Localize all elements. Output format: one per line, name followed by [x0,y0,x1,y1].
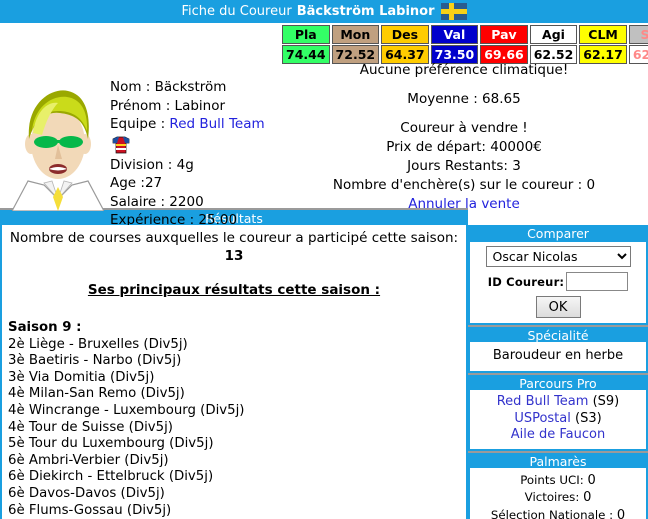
parcours-team-link[interactable]: Red Bull Team [497,394,589,409]
id-coureur-row: ID Coureur: [474,272,642,291]
palmares-label: Points UCI: [520,472,588,487]
compare-ok-button[interactable]: OK [535,296,581,318]
comparer-header: Comparer [468,225,648,242]
rider-prenom: Prénom : Labinor [110,97,226,114]
parcours-entry: Red Bull Team (S9) [474,394,642,411]
palmares-label: Sélection Nationale : [490,507,617,519]
specialite-value: Baroudeur en herbe [492,348,624,363]
climate-preference: Aucune préférence climatique! [359,62,569,78]
specialite-header: Spécialité [468,325,648,343]
titlebar-rider-name: Bäckström Labinor [296,4,435,19]
rider-equipe-label: Equipe : [110,116,166,132]
rider-age: Age :27 [110,175,163,191]
rider-equipe-row: Equipe : Red Bull Team [110,115,265,134]
stat-header-clm: CLM [579,25,627,44]
stat-header-agi: Agi [529,25,578,44]
for-sale-title: Coureur à vendre ! [400,120,528,136]
race-count-block: Nombre de courses auxquelles le coureur … [8,229,460,265]
palmares-row: Victoires: 0 [474,489,642,507]
race-result-row: 4è Wincrange - Luxembourg (Div5j) [8,402,245,418]
race-count-value: 13 [224,248,244,264]
stat-header-val: Val [430,25,479,44]
id-coureur-label: ID Coureur: [487,274,565,289]
compare-rider-select[interactable]: Oscar Nicolas [485,246,631,267]
bottom-area: Nombre de courses auxquelles le coureur … [0,225,648,519]
parcours-team-link[interactable]: Aile de Faucon [511,427,605,442]
id-coureur-input[interactable] [566,272,629,291]
palmares-value: 0 [616,507,626,519]
rider-salaire: Salaire : 2200 [110,193,204,210]
right-sidebar: Comparer Oscar Nicolas ID Coureur: OK Sp… [468,225,648,519]
days-remaining: Jours Restants: 3 [407,158,521,174]
bid-count: Nombre d'enchère(s) sur le coureur : 0 [332,177,596,193]
specialite-panel: Baroudeur en herbe [468,342,648,373]
race-result-row: 3è Via Domitia (Div5j) [8,369,155,385]
comparer-panel: Oscar Nicolas ID Coureur: OK [468,242,648,325]
stat-header-des: Des [381,25,429,44]
race-result-row: 6è Flums-Gossau (Div5j) [8,502,172,518]
titlebar-prefix: Fiche du Coureur [181,4,292,19]
palmares-row: Sélection Nationale : 0 [474,507,642,519]
rider-division: Division : 4g [110,156,194,173]
palmares-panel: Points UCI: 0 Victoires: 0 Sélection Natio… [468,467,648,519]
stat-header-spr: Spr [628,25,648,44]
palmares-header: Palmarès [468,450,648,469]
race-count-label: Nombre de courses auxquelles le coureur … [9,230,459,246]
palmares-row: Points UCI: 0 [474,472,642,490]
palmares-value: 0 [583,490,592,505]
team-jersey-icon [112,136,130,153]
race-result-row: 6è Diekirch - Ettelbruck (Div5j) [8,469,214,485]
race-result-row: 5è Tour du Luxembourg (Div5j) [8,436,214,452]
parcours-pro-panel: Red Bull Team (S9) USPostal (S3) Aile de F… [468,390,648,451]
season-label: Saison 9 : [8,320,82,335]
starting-price: Prix de départ: 40000€ [386,139,542,155]
race-result-row: 6è Davos-Davos (Div5j) [8,485,165,501]
avatar [12,90,104,211]
results-panel: Nombre de courses auxquelles le coureur … [0,225,468,519]
stat-header-pla: Pla [282,25,330,44]
parcours-pro-header: Parcours Pro [468,373,648,391]
moyenne-value: Moyenne : 68.65 [407,91,521,107]
results-list: Saison 9 : 2è Liège - Bruxelles (Div5j) 3… [8,320,460,519]
rider-profile-page: Fiche du Coureur Bäckström Labinor Nom:… [0,0,648,519]
parcours-season: (S3) [570,410,602,426]
results-subtitle: Ses principaux résultats cette saison : [87,282,381,298]
parcours-entry: USPostal (S3) [474,411,642,428]
rider-nom: Nom : Bäckström [110,79,227,95]
cancel-sale-link[interactable]: Annuler la vente [408,196,520,212]
parcours-entry: Aile de Faucon [474,427,642,444]
parcours-pro-list: Red Bull Team (S9) USPostal (S3) Aile de F… [470,390,646,449]
parcours-season: (S9) [588,394,620,409]
rider-summary-area: Nom : Bäckström Prénom : Labinor Equipe … [0,23,648,228]
rider-info-list: Nom : Bäckström Prénom : Labinor Equipe … [110,78,265,230]
page-titlebar: Fiche du Coureur Bäckström Labinor [0,0,648,23]
race-result-row: 6è Ambri-Verbier (Div5j) [8,452,169,468]
stats-header-row: PlaMonDesValPavAgiCLMSprEndRes [282,25,648,44]
sweden-flag-icon [440,3,467,20]
parcours-team-link[interactable]: USPostal [514,411,571,426]
palmares-label: Victoires: [524,490,584,504]
palmares-value: 0 [587,472,596,488]
race-result-row: 2è Liège - Bruxelles (Div5j) [8,336,188,352]
rider-stats-table: PlaMonDesValPavAgiCLMSprEndRes 74.4472.5… [280,24,648,65]
rider-identity-column: Nom : Bäckström Prénom : Labinor Equipe … [0,23,280,228]
race-result-row: 3è Baetiris - Narbo (Div5j) [8,353,182,369]
stat-header-pav: Pav [480,25,528,44]
rider-equipe-link[interactable]: Red Bull Team [169,116,264,132]
rider-status-block: Aucune préférence climatique! Moyenne : … [280,61,648,214]
stat-header-mon: Mon [331,25,380,44]
rider-stats-column: PlaMonDesValPavAgiCLMSprEndRes 74.4472.5… [280,23,648,212]
race-result-row: 4è Tour de Suisse (Div5j) [8,419,173,435]
palmares-list: Points UCI: 0 Victoires: 0 Sélection Natio… [470,468,646,519]
race-result-row: 4è Milan-San Remo (Div5j) [8,386,185,402]
